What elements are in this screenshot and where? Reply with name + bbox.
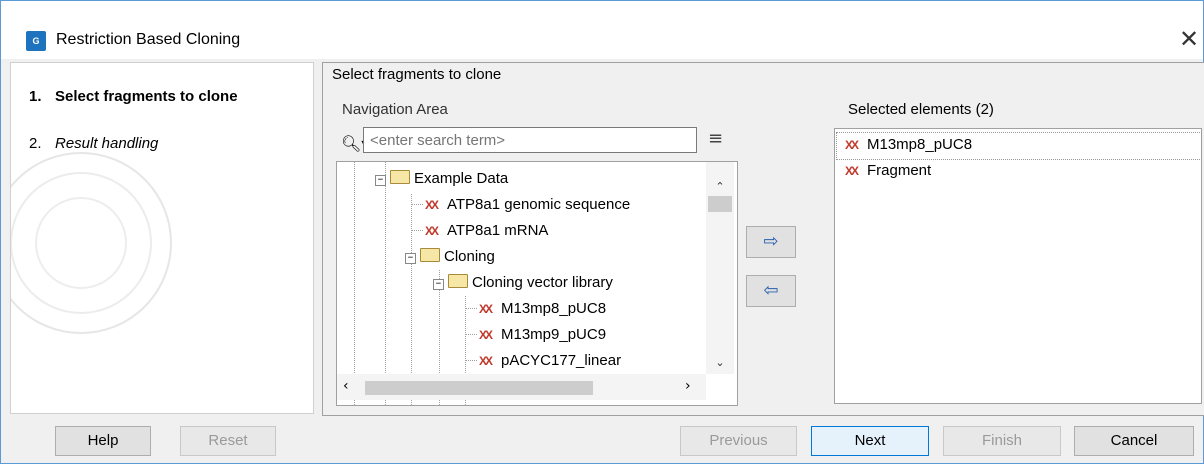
navigation-tree: − Example Data XX ATP8a1 genomic sequence … xyxy=(336,161,738,406)
cancel-button[interactable]: Cancel xyxy=(1074,426,1194,456)
sequence-icon: XX xyxy=(425,198,439,212)
sequence-icon: XX xyxy=(479,328,493,342)
finish-button[interactable]: Finish xyxy=(943,426,1061,456)
tree-item-label: Cloning vector library xyxy=(472,274,613,291)
scroll-left-icon[interactable]: ‹ xyxy=(343,378,349,394)
arrow-right-icon: ⇨ xyxy=(763,231,779,252)
tree-item-label: ATP8a1 mRNA xyxy=(447,222,549,239)
wizard-steps-panel: 1. Select fragments to clone 2. Result han… xyxy=(10,62,314,414)
step-2: 2. Result handling xyxy=(29,135,158,152)
remove-from-selection-button[interactable]: ⇦ xyxy=(746,275,796,307)
collapse-icon[interactable]: − xyxy=(375,175,386,186)
step-label: Result handling xyxy=(55,135,159,152)
tree-item-label: ATP8a1 genomic sequence xyxy=(447,196,631,213)
list-item-label: Fragment xyxy=(867,162,932,179)
tree-guide-line xyxy=(385,162,386,405)
tree-item-sequence[interactable]: XX M13mp9_pUC9 xyxy=(465,323,606,347)
help-button[interactable]: Help xyxy=(55,426,151,456)
tree-item-label: M13mp8_pUC8 xyxy=(501,300,607,317)
reset-button[interactable]: Reset xyxy=(180,426,276,456)
step-label: Select fragments to clone xyxy=(55,88,238,105)
next-button[interactable]: Next xyxy=(811,426,929,456)
list-item[interactable]: XX M13mp8_pUC8 xyxy=(845,133,972,157)
tree-item-example-data[interactable]: − Example Data xyxy=(375,167,508,191)
folder-open-icon xyxy=(448,274,468,288)
tree-item-cloning-vector-library[interactable]: − Cloning vector library xyxy=(433,271,613,295)
list-item-label: M13mp8_pUC8 xyxy=(867,136,973,153)
tree-item-sequence[interactable]: XX M13mp8_pUC8 xyxy=(465,297,606,321)
collapse-icon[interactable]: − xyxy=(433,279,444,290)
title-bar: G Restriction Based Cloning ✕ xyxy=(1,1,1203,59)
list-item[interactable]: XX Fragment xyxy=(845,159,931,183)
tree-item-label: M13mp9_pUC9 xyxy=(501,326,607,343)
panel-title: Select fragments to clone xyxy=(332,66,502,83)
filter-icon[interactable]: ≡ xyxy=(708,128,723,149)
tree-item-sequence[interactable]: XX ATP8a1 genomic sequence xyxy=(411,193,630,217)
step-number: 1. xyxy=(29,88,42,105)
window-title: Restriction Based Cloning xyxy=(56,31,241,48)
watermark-logo xyxy=(11,152,172,334)
sequence-icon: XX xyxy=(479,302,493,316)
search-input[interactable] xyxy=(363,127,697,153)
close-icon[interactable]: ✕ xyxy=(1177,27,1201,51)
tree-item-label: Example Data xyxy=(414,170,509,187)
selected-elements-label: Selected elements (2) xyxy=(848,101,994,118)
scroll-down-icon[interactable]: ⌄ xyxy=(706,356,734,369)
tree-item-cloning[interactable]: − Cloning xyxy=(405,245,495,269)
navigation-area-label: Navigation Area xyxy=(342,101,448,118)
sequence-icon: XX xyxy=(425,224,439,238)
sequence-icon: XX xyxy=(845,138,859,152)
app-icon: G xyxy=(26,31,46,51)
add-to-selection-button[interactable]: ⇨ xyxy=(746,226,796,258)
collapse-icon[interactable]: − xyxy=(405,253,416,264)
tree-item-sequence[interactable]: XX pACYC177_linear xyxy=(465,349,621,373)
tree-item-sequence[interactable]: XX ATP8a1 mRNA xyxy=(411,219,548,243)
scroll-up-icon[interactable]: ⌃ xyxy=(706,180,734,193)
selected-elements-list: XX M13mp8_pUC8 XX Fragment xyxy=(834,128,1202,404)
tree-item-label: Cloning xyxy=(444,248,495,265)
tree-item-label: pACYC177_linear xyxy=(501,352,622,369)
folder-open-icon xyxy=(390,170,410,184)
sequence-icon: XX xyxy=(479,354,493,368)
step-number: 2. xyxy=(29,135,42,152)
step-1: 1. Select fragments to clone xyxy=(29,88,238,105)
folder-open-icon xyxy=(420,248,440,262)
scroll-right-icon[interactable]: › xyxy=(685,378,691,394)
scrollbar-thumb[interactable] xyxy=(708,196,732,212)
arrow-left-icon: ⇦ xyxy=(763,280,779,301)
scrollbar-thumb[interactable] xyxy=(365,381,593,395)
previous-button[interactable]: Previous xyxy=(680,426,797,456)
sequence-icon: XX xyxy=(845,164,859,178)
tree-horizontal-scrollbar[interactable]: ‹ › xyxy=(337,374,706,400)
tree-vertical-scrollbar[interactable]: ⌃ ⌄ xyxy=(706,162,734,374)
tree-guide-line xyxy=(354,162,355,405)
